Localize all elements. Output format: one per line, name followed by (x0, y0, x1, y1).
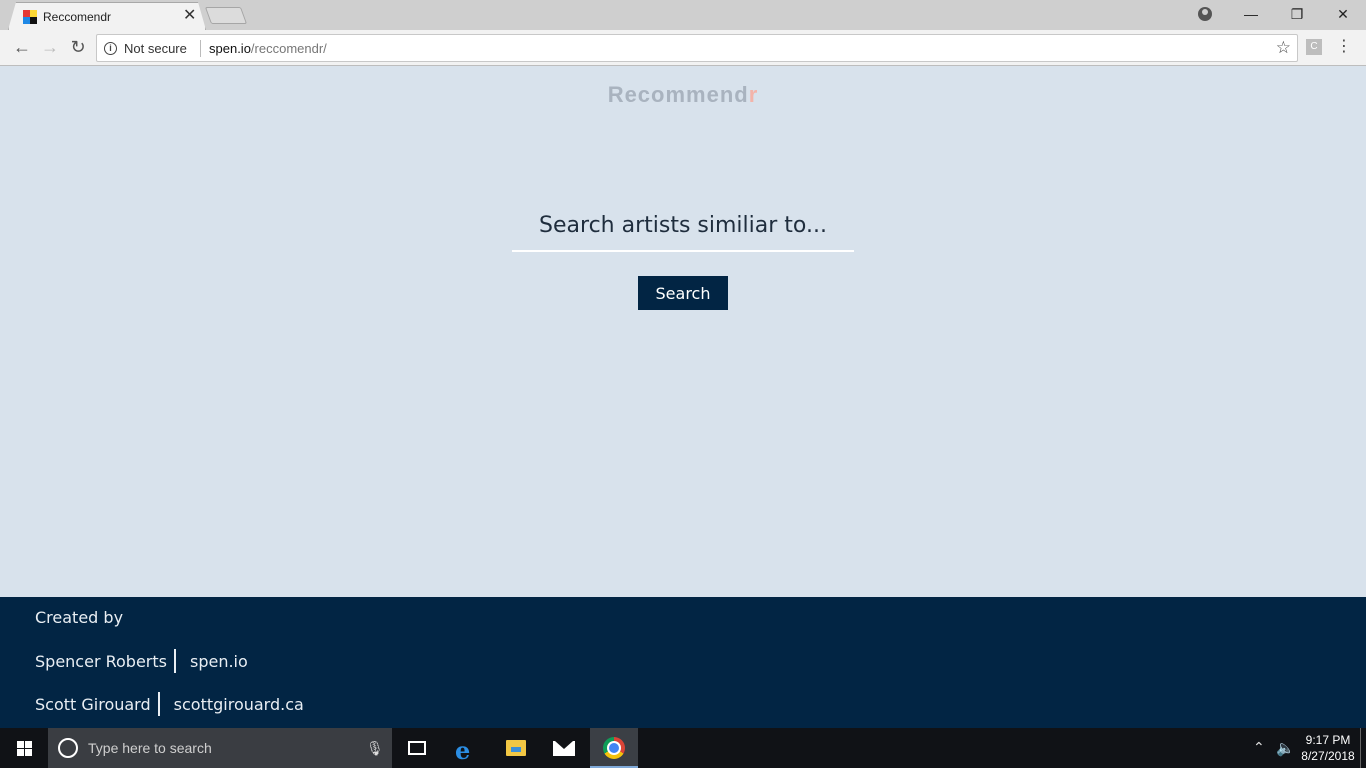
reload-icon[interactable]: ↻ (66, 36, 90, 60)
back-arrow-icon[interactable]: ← (10, 36, 34, 60)
credit-divider (173, 649, 176, 673)
windows-taskbar: Type here to search 🎙 e ⌃ 🔈 9:17 PM 8/27… (0, 728, 1366, 768)
tray-chevron-up-icon[interactable]: ⌃ (1253, 739, 1265, 756)
browser-toolbar: ← → ↻ i Not secure spen.io/reccomendr/ ☆… (0, 30, 1366, 66)
browser-menu-icon[interactable]: ⋮ (1336, 36, 1352, 56)
created-by-label: Created by (35, 608, 124, 627)
file-explorer-taskbar-button[interactable] (491, 728, 539, 768)
chrome-icon (603, 737, 625, 759)
search-field (512, 197, 854, 252)
author-name: Spencer Roberts (35, 651, 167, 671)
author-site-link[interactable]: scottgirouard.ca (174, 695, 304, 714)
task-view-icon (408, 741, 426, 755)
edge-taskbar-button[interactable]: e (441, 728, 489, 768)
cortana-icon (58, 738, 78, 758)
minimize-button[interactable]: — (1236, 4, 1266, 24)
forward-arrow-icon[interactable]: → (38, 36, 62, 60)
folder-icon (506, 740, 526, 756)
system-clock[interactable]: 9:17 PM 8/27/2018 (1296, 732, 1360, 764)
site-logo[interactable]: Recommendr (0, 82, 1366, 108)
mail-icon (553, 741, 575, 756)
taskbar-search-box[interactable]: Type here to search 🎙 (48, 728, 392, 768)
credit-row: Spencer Roberts spen.io (35, 649, 248, 673)
task-view-button[interactable] (392, 728, 440, 768)
url-path: /reccomendr/ (250, 41, 327, 56)
bookmark-star-icon[interactable]: ☆ (1276, 38, 1291, 58)
browser-tab[interactable]: Reccomendr ✕ (8, 2, 206, 30)
address-divider (200, 40, 201, 57)
browser-tabstrip: Reccomendr ✕ — ❐ ✕ (0, 0, 1366, 30)
author-site-link[interactable]: spen.io (190, 652, 248, 671)
tab-close-icon[interactable]: ✕ (183, 7, 196, 25)
url-host: spen.io (209, 41, 251, 56)
info-icon[interactable]: i (104, 42, 117, 55)
close-window-button[interactable]: ✕ (1328, 4, 1358, 24)
show-desktop-button[interactable] (1360, 728, 1361, 768)
new-tab-button[interactable] (204, 7, 248, 24)
edge-icon: e (455, 736, 471, 765)
account-icon[interactable] (1198, 7, 1212, 21)
clock-time: 9:17 PM (1305, 733, 1351, 747)
microphone-icon[interactable]: 🎙 (366, 740, 384, 757)
clock-date: 8/27/2018 (1301, 749, 1355, 763)
site-footer: Created by Spencer Roberts spen.io Scott… (0, 597, 1366, 728)
url-text[interactable]: spen.io/reccomendr/ (209, 41, 327, 56)
windows-logo-icon (17, 741, 32, 756)
search-button[interactable]: Search (638, 276, 728, 310)
security-label[interactable]: Not secure (124, 41, 187, 56)
author-name: Scott Girouard (35, 694, 151, 714)
address-bar[interactable]: i Not secure spen.io/reccomendr/ ☆ (96, 34, 1298, 62)
artist-search-input[interactable] (512, 197, 854, 250)
credit-row: Scott Girouard scottgirouard.ca (35, 692, 304, 716)
extension-icon[interactable]: C (1306, 39, 1322, 55)
chrome-taskbar-button[interactable] (590, 728, 638, 768)
logo-main-text: Recommend (607, 82, 749, 107)
credit-divider (157, 692, 160, 716)
mail-taskbar-button[interactable] (540, 728, 588, 768)
site-favicon-icon (23, 10, 37, 24)
start-button[interactable] (0, 728, 48, 768)
restore-button[interactable]: ❐ (1282, 4, 1312, 24)
page-content: Recommendr Search (0, 67, 1366, 597)
logo-accent-text: r (748, 82, 759, 107)
taskbar-search-placeholder: Type here to search (88, 740, 212, 756)
tab-title: Reccomendr (43, 10, 112, 24)
volume-icon[interactable]: 🔈 (1276, 739, 1295, 757)
